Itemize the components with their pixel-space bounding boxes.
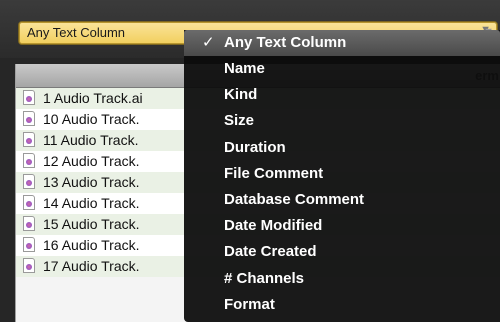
menu-item-name[interactable]: Name [184, 56, 500, 82]
menu-item-date-modified[interactable]: Date Modified [184, 213, 500, 239]
file-name: 12 Audio Track. [43, 153, 140, 169]
audio-file-icon [23, 195, 35, 210]
menu-item-label: Format [224, 295, 275, 313]
file-name: 16 Audio Track. [43, 237, 140, 253]
audio-file-icon [23, 132, 35, 147]
file-name: 17 Audio Track. [43, 258, 140, 274]
audio-file-icon [23, 258, 35, 273]
menu-item-duration[interactable]: Duration [184, 135, 500, 161]
column-dropdown-menu: ▼ ✓Any Text ColumnNameKindSizeDurationFi… [184, 26, 500, 322]
menu-item-label: Kind [224, 86, 258, 104]
audio-file-icon [23, 216, 35, 231]
audio-file-icon [23, 111, 35, 126]
audio-file-icon [23, 153, 35, 168]
menu-item-date-created[interactable]: Date Created [184, 239, 500, 265]
menu-item-file-comment[interactable]: File Comment [184, 161, 500, 187]
audio-file-icon [23, 174, 35, 189]
file-name: 15 Audio Track. [43, 216, 140, 232]
file-name: 1 Audio Track.ai [43, 90, 143, 106]
menu-item-database-comment[interactable]: Database Comment [184, 187, 500, 213]
file-name: 10 Audio Track. [43, 111, 140, 127]
menu-item-label: # Channels [224, 269, 305, 287]
menu-item-label: File Comment [224, 164, 324, 182]
file-name: 14 Audio Track. [43, 195, 140, 211]
menu-item-label: Name [224, 60, 265, 77]
menu-item-kind[interactable]: Kind [184, 82, 500, 108]
filter-column-select-value: Any Text Column [27, 25, 126, 40]
menu-item-label: Any Text Column [224, 34, 347, 51]
checkmark-icon: ✓ [202, 34, 215, 51]
menu-item-label: Size [224, 112, 255, 130]
menu-item-label: Date Created [224, 243, 317, 261]
menu-item-size[interactable]: Size [184, 108, 500, 134]
menu-item-format[interactable]: Format [184, 292, 500, 318]
menu-item-label: Date Modified [224, 217, 323, 235]
file-name: 11 Audio Track. [43, 132, 139, 148]
audio-file-icon [23, 237, 35, 252]
menu-item-label: Duration [224, 138, 286, 156]
file-name: 13 Audio Track. [43, 174, 140, 190]
menu-item-channels[interactable]: # Channels [184, 266, 500, 292]
audio-file-icon [23, 90, 35, 105]
menu-item-any-text-column[interactable]: ✓ Any Text Column [184, 30, 500, 56]
menu-item-label: Database Comment [224, 191, 365, 208]
